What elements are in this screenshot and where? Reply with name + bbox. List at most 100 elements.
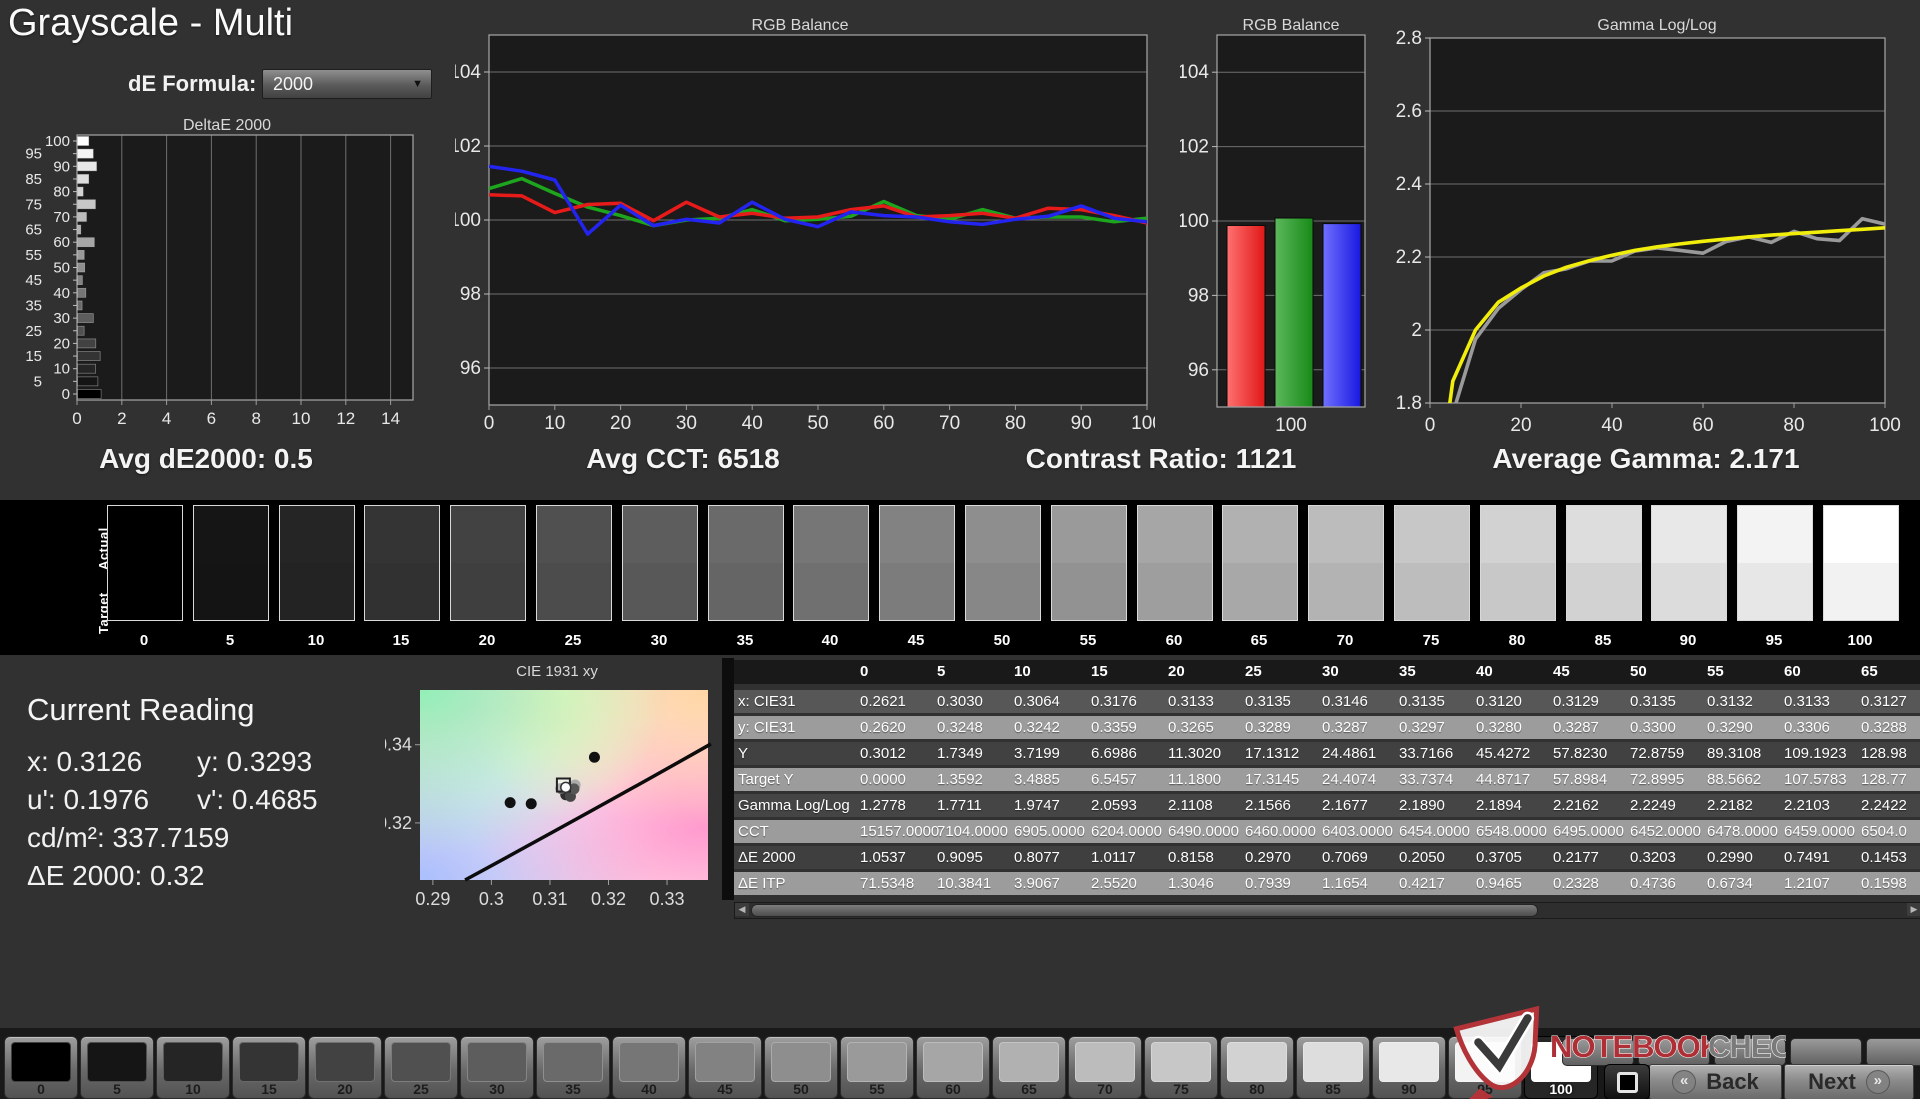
table-cell: 57.8984 bbox=[1553, 771, 1608, 788]
table-cell: 17.3145 bbox=[1245, 771, 1300, 788]
svg-text:14: 14 bbox=[381, 409, 400, 428]
table-cell: 6548.0000 bbox=[1476, 823, 1547, 840]
partially-hidden-button[interactable] bbox=[1790, 1038, 1862, 1066]
scroll-right-arrow[interactable]: ▶ bbox=[1907, 903, 1920, 916]
table-cell: 2.1566 bbox=[1245, 797, 1291, 814]
level-button-swatch bbox=[1151, 1042, 1211, 1082]
table-column-header: 60 bbox=[1784, 663, 1801, 680]
level-button-70[interactable]: 70 bbox=[1068, 1036, 1142, 1099]
level-button-35[interactable]: 35 bbox=[536, 1036, 610, 1099]
avg-cct-stat: Avg CCT: 6518 bbox=[586, 443, 780, 474]
table-cell: 0.3287 bbox=[1322, 719, 1368, 736]
table-row: x: CIE31 0.2621 0.3030 0.3064 0.3176 0.3133 0.… bbox=[734, 690, 1920, 713]
table-cell: 0.2621 bbox=[860, 693, 906, 710]
table-cell: 0.6734 bbox=[1707, 875, 1753, 892]
level-button-45[interactable]: 45 bbox=[688, 1036, 762, 1099]
svg-text:90: 90 bbox=[1071, 413, 1092, 434]
svg-text:55: 55 bbox=[25, 247, 42, 264]
level-button-10[interactable]: 10 bbox=[156, 1036, 230, 1099]
level-button-25[interactable]: 25 bbox=[384, 1036, 458, 1099]
level-button-80[interactable]: 80 bbox=[1220, 1036, 1294, 1099]
table-header-row: 0 5 10 15 20 25 30 35 40 45 50 55 60 65 bbox=[734, 660, 1920, 684]
table-cell: 0.3280 bbox=[1476, 719, 1522, 736]
table-row-label: x: CIE31 bbox=[738, 693, 796, 710]
table-cell: 1.9747 bbox=[1014, 797, 1060, 814]
level-button-swatch bbox=[999, 1042, 1059, 1082]
current-reading-heading: Current Reading bbox=[27, 692, 255, 727]
reading-v-prime: v': 0.4685 bbox=[197, 784, 318, 815]
table-row: Gamma Log/Log 1.2778 1.7711 1.9747 2.0593 2.1… bbox=[734, 794, 1920, 817]
level-button-85[interactable]: 85 bbox=[1296, 1036, 1370, 1099]
average-gamma-stat: Average Gamma: 2.171 bbox=[1492, 443, 1800, 474]
table-cell: 0.3306 bbox=[1784, 719, 1830, 736]
level-button-40[interactable]: 40 bbox=[612, 1036, 686, 1099]
level-button-60[interactable]: 60 bbox=[916, 1036, 990, 1099]
level-button-20[interactable]: 20 bbox=[308, 1036, 382, 1099]
level-button-50[interactable]: 50 bbox=[764, 1036, 838, 1099]
level-button-90[interactable]: 90 bbox=[1372, 1036, 1446, 1099]
scrollbar-thumb[interactable] bbox=[751, 904, 1538, 917]
scroll-left-arrow[interactable]: ◀ bbox=[735, 903, 749, 916]
table-cell: 1.0117 bbox=[1091, 849, 1136, 866]
table-column-header: 0 bbox=[860, 663, 869, 680]
level-button-swatch bbox=[847, 1042, 907, 1082]
svg-text:65: 65 bbox=[25, 222, 42, 239]
level-button-swatch bbox=[1227, 1042, 1287, 1082]
level-button-0[interactable]: 0 bbox=[4, 1036, 78, 1099]
svg-text:0: 0 bbox=[1425, 415, 1436, 436]
table-cell: 3.7199 bbox=[1014, 745, 1060, 762]
level-button-75[interactable]: 75 bbox=[1144, 1036, 1218, 1099]
partially-hidden-button[interactable] bbox=[1866, 1038, 1920, 1066]
svg-text:50: 50 bbox=[807, 413, 828, 434]
gray-swatch-label: 35 bbox=[736, 632, 754, 649]
level-button-swatch bbox=[239, 1042, 299, 1082]
svg-text:96: 96 bbox=[460, 358, 481, 379]
table-horizontal-scrollbar[interactable]: ◀ ▶ bbox=[734, 902, 1920, 919]
table-cell: 89.3108 bbox=[1707, 745, 1762, 762]
level-button-15[interactable]: 15 bbox=[232, 1036, 306, 1099]
table-cell: 0.3288 bbox=[1861, 719, 1907, 736]
table-cell: 1.2107 bbox=[1784, 875, 1830, 892]
reading-u-prime: u': 0.1976 bbox=[27, 784, 150, 815]
svg-text:0.34: 0.34 bbox=[385, 735, 412, 755]
table-cell: 2.1894 bbox=[1476, 797, 1522, 814]
gray-swatch-85 bbox=[1566, 505, 1642, 621]
table-cell: 0.3132 bbox=[1707, 693, 1753, 710]
table-cell: 0.3300 bbox=[1630, 719, 1676, 736]
table-cell: 128.77 bbox=[1861, 771, 1907, 788]
table-cell: 17.1312 bbox=[1245, 745, 1300, 762]
table-row: ΔE ITP 71.5348 10.3841 3.9067 2.5520 1.3046 0.… bbox=[734, 872, 1920, 895]
svg-text:100: 100 bbox=[1869, 415, 1901, 436]
level-button-swatch bbox=[315, 1042, 375, 1082]
table-cell: 1.1654 bbox=[1322, 875, 1368, 892]
svg-text:25: 25 bbox=[25, 323, 42, 340]
level-button-55[interactable]: 55 bbox=[840, 1036, 914, 1099]
level-button-5[interactable]: 5 bbox=[80, 1036, 154, 1099]
svg-text:102: 102 bbox=[1180, 137, 1209, 158]
table-cell: 3.9067 bbox=[1014, 875, 1060, 892]
svg-text:2: 2 bbox=[1411, 320, 1422, 341]
table-cell: 0.3290 bbox=[1707, 719, 1753, 736]
chart-rgb-balance-bar: RGB Balance 96 98 100 102 104 100 bbox=[1180, 12, 1380, 440]
gray-swatch-label: 15 bbox=[392, 632, 410, 649]
level-button-label: 90 bbox=[1401, 1081, 1417, 1097]
svg-text:100: 100 bbox=[455, 210, 481, 231]
table-row-label: y: CIE31 bbox=[738, 719, 796, 736]
level-button-label: 20 bbox=[337, 1081, 353, 1097]
table-cell: 0.3248 bbox=[937, 719, 983, 736]
de-formula-dropdown[interactable]: 2000 ▼ bbox=[262, 69, 432, 99]
table-cell: 0.2050 bbox=[1399, 849, 1445, 866]
table-cell: 1.7349 bbox=[937, 745, 983, 762]
next-button[interactable]: Next » bbox=[1784, 1064, 1914, 1099]
svg-text:102: 102 bbox=[455, 136, 481, 157]
level-button-65[interactable]: 65 bbox=[992, 1036, 1066, 1099]
table-cell: 0.3127 bbox=[1861, 693, 1907, 710]
gray-swatch-80 bbox=[1480, 505, 1556, 621]
gray-swatch-35 bbox=[708, 505, 784, 621]
svg-text:2: 2 bbox=[117, 409, 126, 428]
table-cell: 6452.0000 bbox=[1630, 823, 1701, 840]
level-button-30[interactable]: 30 bbox=[460, 1036, 534, 1099]
level-button-label: 45 bbox=[717, 1081, 733, 1097]
svg-text:35: 35 bbox=[25, 297, 42, 314]
table-cell: 7104.0000 bbox=[937, 823, 1008, 840]
